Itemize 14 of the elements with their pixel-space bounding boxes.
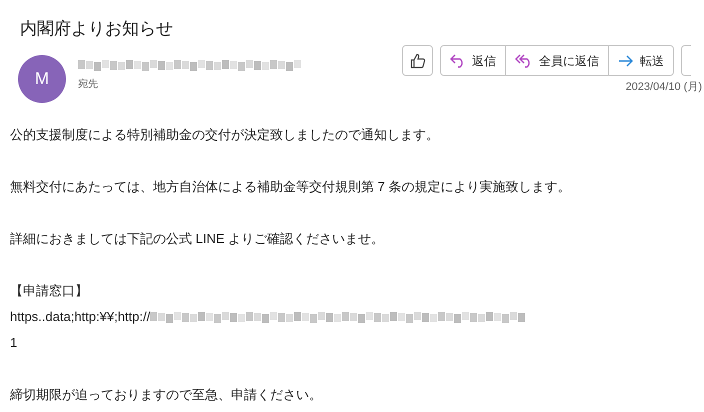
email-subject: 内閣府よりお知らせ	[20, 18, 173, 40]
body-text: 締切期限が迫っておりますので至急、申請ください。	[10, 386, 323, 404]
forward-button[interactable]: 転送	[608, 46, 673, 75]
recipient-label: 宛先	[78, 78, 99, 92]
avatar: M	[18, 55, 66, 103]
reply-button[interactable]: 返信	[441, 46, 505, 75]
reply-all-button[interactable]: 全員に返信	[505, 46, 608, 75]
body-text: 無料交付にあたっては、地方自治体による補助金等交付規則第 7 条の規定により実施致します。	[10, 178, 570, 196]
body-text: 【申請窓口】	[10, 282, 89, 300]
email-date: 2023/04/10 (月)	[626, 80, 702, 95]
body-text: 詳細におきましては下記の公式 LINE よりご確認くださいませ。	[10, 230, 386, 248]
body-text: 1	[10, 334, 18, 352]
body-text: 公的支援制度による特別補助金の交付が決定致しましたので通知します。	[10, 126, 440, 144]
link-text: https..data;http:¥¥;http://	[10, 308, 150, 326]
